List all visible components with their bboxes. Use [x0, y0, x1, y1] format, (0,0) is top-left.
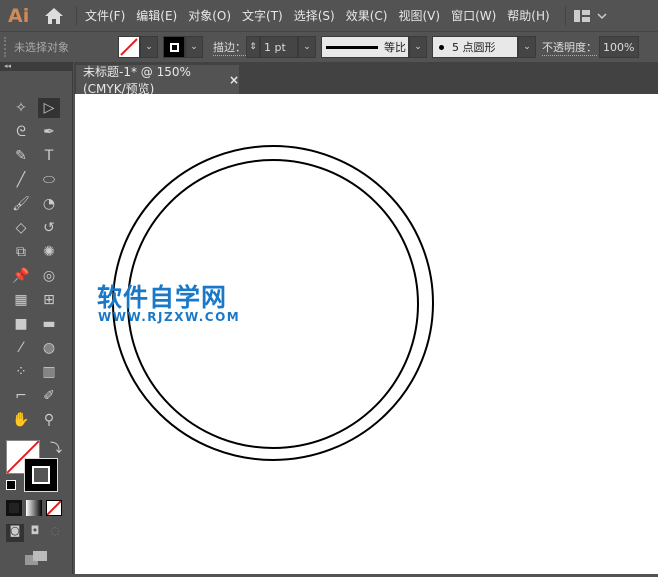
zoom-tool-icon[interactable]: ⚲ — [38, 410, 60, 430]
line-tool-icon[interactable]: ╱ — [10, 170, 32, 190]
menu-item[interactable]: 视图(V) — [398, 7, 440, 24]
draw-normal-icon[interactable]: ◙ — [6, 524, 24, 542]
none-icon[interactable] — [46, 500, 62, 516]
magic-wand-tool-icon[interactable]: ✧ — [10, 98, 32, 118]
menu-item[interactable]: 窗口(W) — [451, 7, 496, 24]
shape-builder-tool-icon[interactable]: ◎ — [38, 266, 60, 286]
ellipse-tool-icon[interactable]: ⬭ — [38, 170, 60, 190]
selection-status: 未选择对象 — [14, 41, 69, 54]
pen-tool-icon[interactable]: ✒ — [38, 122, 60, 142]
menu-item[interactable]: 选择(S) — [294, 7, 335, 24]
screen-mode-icon[interactable] — [24, 550, 48, 566]
scale-tool-icon[interactable]: ⧉ — [10, 242, 32, 262]
variable-width-profile[interactable]: 等比 — [321, 36, 409, 58]
measure-tool-icon[interactable]: ▬ — [38, 314, 60, 334]
gradient-tool-icon[interactable]: ■ — [10, 314, 32, 334]
type-tool-icon[interactable]: T — [38, 146, 60, 166]
selection-tool-icon[interactable]: ▷ — [38, 98, 60, 118]
blend-tool-icon[interactable]: ◍ — [38, 338, 60, 358]
draw-mode-buttons: ◙ ◘ ◌ — [6, 524, 64, 542]
menu-item[interactable]: 编辑(E) — [136, 7, 177, 24]
hand-tool-icon[interactable]: ✋ — [10, 410, 32, 430]
color-mode-buttons — [6, 500, 66, 518]
swap-icon[interactable]: ⤵ — [50, 439, 62, 456]
opacity-input[interactable]: 100% — [599, 36, 639, 58]
menu-bar: Ai 文件(F) 编辑(E) 对象(O) 文字(T) 选择(S) 效果(C) 视图(V) 窗口… — [0, 0, 658, 31]
curvature-tool-icon[interactable]: ✎ — [10, 146, 32, 166]
close-icon[interactable]: × — [229, 73, 239, 87]
profile-label: 等比 — [384, 41, 406, 54]
control-bar: 未选择对象 ⌄ ⌄ 描边： ⇕ 1 pt ⌄ 等比 ⌄ 5 点圆形 ⌄ 不透明度… — [0, 31, 658, 62]
artboard-tool-icon[interactable]: ⌐ — [10, 386, 32, 406]
menu-item[interactable]: 对象(O) — [188, 7, 231, 24]
menu-item[interactable]: 效果(C) — [346, 7, 388, 24]
stroke-weight-dropdown[interactable]: ⌄ — [298, 36, 316, 58]
eyedropper-tool-icon[interactable]: ⁄ — [10, 338, 32, 358]
brush-label: 5 点圆形 — [452, 41, 496, 54]
perspective-grid-tool-icon[interactable]: ▦ — [10, 290, 32, 310]
document-tab-title: 未标题-1* @ 150% (CMYK/预览) — [83, 64, 191, 96]
watermark-title: 软件自学网 — [97, 283, 228, 312]
workspace-icon[interactable] — [573, 9, 608, 23]
tools-panel: ◂◂ ✧ ▷ ᘓ ✒ ✎ T ╱ ⬭ 🖌 ◔ ◇ ↺ ⧉ ✺ 📌 ◎ ▦ ⊞ ■ ▬ ⁄ ◍ ⁘ ▥ ⌐ ✐ ✋ ⚲ ⤵ ◙ ◘ ◌ — [0, 62, 73, 574]
artwork — [112, 145, 434, 461]
brush-definition[interactable]: 5 点圆形 — [432, 36, 518, 58]
stroke-swatch[interactable] — [163, 36, 185, 58]
draw-behind-icon[interactable]: ◘ — [26, 524, 44, 542]
fill-swatch[interactable] — [118, 36, 140, 58]
stroke-label[interactable]: 描边： — [213, 39, 246, 56]
slice-tool-icon[interactable]: ✐ — [38, 386, 60, 406]
opacity-label[interactable]: 不透明度： — [542, 39, 597, 56]
stroke-stepper[interactable]: ⇕ — [246, 36, 260, 58]
app-logo: Ai — [8, 4, 30, 27]
puppet-warp-tool-icon[interactable]: ✺ — [38, 242, 60, 262]
rotate-tool-icon[interactable]: ↺ — [38, 218, 60, 238]
default-colors-icon[interactable] — [6, 480, 16, 490]
draw-inside-icon[interactable]: ◌ — [46, 524, 64, 542]
menu-item[interactable]: 文件(F) — [85, 7, 125, 24]
stroke-weight-input[interactable]: 1 pt — [260, 36, 298, 58]
watermark-url: WWW.RJZXW.COM — [98, 310, 241, 324]
fill-dropdown[interactable]: ⌄ — [140, 36, 158, 58]
symbol-sprayer-tool-icon[interactable]: ⁘ — [10, 362, 32, 382]
eraser-tool-icon[interactable]: ◇ — [10, 218, 32, 238]
document-tab[interactable]: 未标题-1* @ 150% (CMYK/预览) × — [76, 64, 239, 96]
artboard-canvas[interactable] — [75, 94, 658, 574]
brush-dropdown[interactable]: ⌄ — [518, 36, 536, 58]
lasso-tool-icon[interactable]: ᘓ — [10, 122, 32, 142]
column-graph-tool-icon[interactable]: ▥ — [38, 362, 60, 382]
paintbrush-tool-icon[interactable]: 🖌 — [10, 194, 32, 214]
mesh-tool-icon[interactable]: ⊞ — [38, 290, 60, 310]
pin-tool-icon[interactable]: 📌 — [10, 266, 32, 286]
stroke-dropdown[interactable]: ⌄ — [185, 36, 203, 58]
shaper-tool-icon[interactable]: ◔ — [38, 194, 60, 214]
profile-dropdown[interactable]: ⌄ — [409, 36, 427, 58]
menu-item[interactable]: 帮助(H) — [507, 7, 549, 24]
menu-item[interactable]: 文字(T) — [242, 7, 283, 24]
home-icon[interactable] — [44, 7, 64, 25]
stroke-color[interactable] — [24, 458, 58, 492]
collapse-icon[interactable]: ◂◂ — [0, 62, 72, 71]
color-icon[interactable] — [6, 500, 22, 516]
gradient-icon[interactable] — [26, 500, 42, 516]
